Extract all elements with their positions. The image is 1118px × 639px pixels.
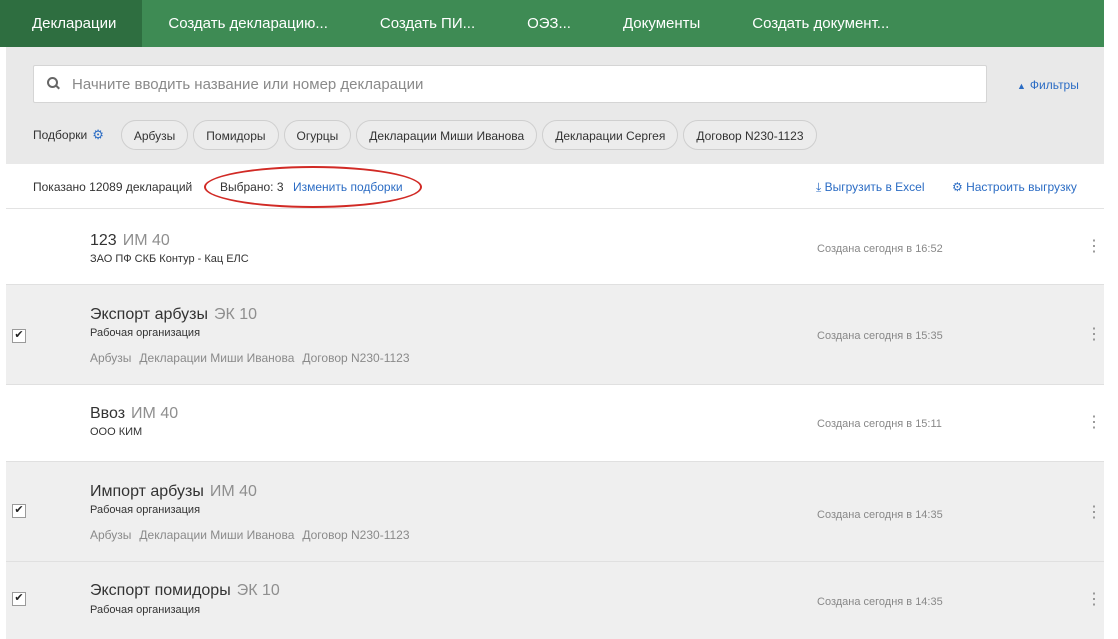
declaration-org: ЗАО ПФ СКБ Контур - Кац ЕЛС [90,253,249,265]
change-collections-link[interactable]: Изменить подборки [293,180,403,194]
tab-declarations[interactable]: Декларации [0,0,143,47]
created-time: Создана сегодня в 15:11 [817,418,942,430]
row-tags: Арбузы Декларации Миши Иванова Договор N23… [90,528,418,542]
declaration-title: Экспорт помидоры ЭК 10 [90,582,280,600]
list-item[interactable]: ✔ Экспорт помидоры ЭК 10 Рабочая организа… [6,562,1104,639]
collection-chip[interactable]: Декларации Миши Иванова [356,120,538,150]
row-tag: Договор N230-1123 [302,528,410,542]
declaration-name: 123 [90,232,117,249]
tab-documents[interactable]: Документы [597,0,726,47]
declaration-name: Импорт арбузы [90,483,204,500]
more-icon[interactable]: ⋮ [1086,592,1102,608]
more-icon[interactable]: ⋮ [1086,505,1102,521]
gear-icon[interactable]: ⚙︎ [92,127,104,143]
search-icon [47,77,61,91]
more-icon[interactable]: ⋮ [1086,239,1102,255]
tab-create-pi[interactable]: Создать ПИ... [354,0,501,47]
collection-chip[interactable]: Огурцы [283,120,352,150]
collection-chip[interactable]: Декларации Сергея [542,120,679,150]
shown-count: Показано 12089 деклараций [33,180,193,194]
list-item[interactable]: ✔ Экспорт арбузы ЭК 10 Рабочая организаци… [6,285,1104,385]
gear-icon: ⚙︎ [952,180,967,194]
declaration-org: ООО КИМ [90,426,143,438]
collections-label: Подборки [33,128,88,142]
setup-export-link[interactable]: ⚙︎ Настроить выгрузку [952,180,1077,194]
created-time: Создана сегодня в 14:35 [817,596,943,608]
export-excel-link[interactable]: ⤓ Выгрузить в Excel [816,180,925,195]
declaration-org: Рабочая организация [90,604,201,616]
row-checkbox[interactable]: ✔ [12,504,26,518]
declaration-code: ИМ 40 [209,483,257,500]
declaration-name: Ввоз [90,405,126,422]
created-time: Создана сегодня в 15:35 [817,330,943,342]
row-checkbox[interactable]: ✔ [12,329,26,343]
declaration-code: ЭК 10 [214,306,258,323]
list-item[interactable]: Ввоз ИМ 40 ООО КИМ Создана сегодня в 15:1… [6,385,1104,462]
search-input[interactable] [70,74,954,94]
selected-count: Выбрано: 3 [220,180,284,194]
declaration-code: ЭК 10 [236,582,280,599]
row-checkbox[interactable]: ✔ [12,592,26,606]
declaration-title: Экспорт арбузы ЭК 10 [90,306,257,324]
created-time: Создана сегодня в 14:35 [817,509,943,521]
row-tag: Декларации Миши Иванова [139,351,295,365]
declaration-list: 123 ИМ 40 ЗАО ПФ СКБ Контур - Кац ЕЛС Соз… [6,209,1104,639]
declaration-name: Экспорт помидоры [90,582,231,599]
declaration-org: Рабочая организация [90,327,201,339]
declaration-name: Экспорт арбузы [90,306,209,323]
status-bar: Показано 12089 деклараций Выбрано: 3 Изм… [6,164,1104,209]
search-box [33,65,987,103]
list-item[interactable]: ✔ Импорт арбузы ИМ 40 Рабочая организация… [6,462,1104,562]
declaration-code: ИМ 40 [122,232,170,249]
collections-bar: Подборки ⚙︎ Арбузы Помидоры Огурцы Декла… [33,119,822,151]
declaration-title: Импорт арбузы ИМ 40 [90,483,257,501]
list-item[interactable]: 123 ИМ 40 ЗАО ПФ СКБ Контур - Кац ЕЛС Соз… [6,209,1104,285]
setup-export-label: Настроить выгрузку [966,180,1077,194]
top-nav: Декларации Создать декларацию... Создать… [0,0,1104,47]
row-tag: Арбузы [90,528,132,542]
tab-create-document[interactable]: Создать документ... [726,0,915,47]
declaration-org: Рабочая организация [90,504,201,516]
declaration-title: 123 ИМ 40 [90,232,170,250]
download-icon: ⤓ [816,180,825,194]
tab-create-declaration[interactable]: Создать декларацию... [142,0,354,47]
declaration-title: Ввоз ИМ 40 [90,405,178,423]
declaration-code: ИМ 40 [131,405,179,422]
row-tag: Договор N230-1123 [302,351,410,365]
search-panel: ▲︎Фильтры Подборки ⚙︎ Арбузы Помидоры Ог… [6,47,1104,164]
more-icon[interactable]: ⋮ [1086,327,1102,343]
collection-chip[interactable]: Помидоры [193,120,279,150]
row-tag: Декларации Миши Иванова [139,528,295,542]
row-tag: Арбузы [90,351,132,365]
created-time: Создана сегодня в 16:52 [817,243,943,255]
row-tags: Арбузы Декларации Миши Иванова Договор N23… [90,351,418,365]
more-icon[interactable]: ⋮ [1086,415,1102,431]
collection-chip[interactable]: Арбузы [120,120,189,150]
filters-label: Фильтры [1029,78,1079,92]
tab-oez[interactable]: ОЭЗ... [501,0,597,47]
window-edge [1104,0,1118,639]
filters-button[interactable]: ▲︎ Фильтры [1017,78,1079,92]
collection-chip[interactable]: Договор N230-1123 [683,120,817,150]
export-excel-label: Выгрузить в Excel [824,180,925,194]
sort-arrows-icon: ▲︎ [1017,81,1026,91]
